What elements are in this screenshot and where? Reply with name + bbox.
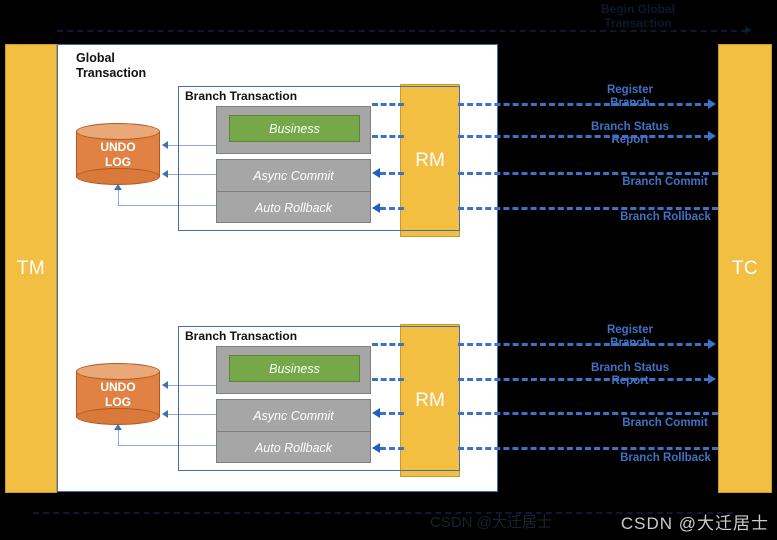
watermark: CSDN @大迁居士 <box>620 514 769 533</box>
global-transaction-label: Global Transaction <box>76 51 147 80</box>
begin-global-transaction-line <box>57 30 747 32</box>
message-label-branch-commit-2: Branch Commit <box>622 417 708 429</box>
message-arrow-branch-status-1 <box>708 131 716 141</box>
cylinder-top-cap-2 <box>76 363 160 380</box>
async-commit-row-1: Async Commit <box>217 160 370 192</box>
undo-log-label-2: UNDO LOG <box>100 380 136 409</box>
message-line-branch-commit-2-right <box>458 412 718 415</box>
message-arrow-register-branch-1 <box>708 99 716 109</box>
operations-panel-1: Async Commit Auto Rollback <box>216 159 371 223</box>
connector-arrow-business-2 <box>162 381 168 389</box>
async-commit-label-2: Async Commit <box>253 408 334 423</box>
message-arrow-register-branch-2 <box>708 339 716 349</box>
actor-column-tc: TC <box>718 44 772 493</box>
message-line-branch-status-2-left <box>372 378 404 381</box>
undo-log-cylinder-1: UNDO LOG <box>76 123 160 185</box>
auto-rollback-row-1: Auto Rollback <box>217 192 370 224</box>
async-commit-row-2: Async Commit <box>217 400 370 432</box>
branch-transaction-title-2: Branch Transaction <box>183 329 300 343</box>
message-label-branch-rollback-1: Branch Rollback <box>620 211 711 223</box>
actor-column-tm: TM <box>5 44 57 493</box>
connector-autorollback-riser-2 <box>118 430 120 445</box>
business-panel-1: Business <box>216 106 371 154</box>
connector-autorollback-riser-1 <box>118 190 120 205</box>
business-label-1: Business <box>269 121 320 136</box>
operations-panel-2: Async Commit Auto Rollback <box>216 399 371 463</box>
branch-transaction-box-1: Branch Transaction Business Async Commit… <box>178 86 460 231</box>
message-arrow-branch-rollback-2 <box>372 443 380 453</box>
message-line-branch-rollback-1-right <box>458 207 718 210</box>
business-box-2: Business <box>229 355 360 382</box>
message-line-branch-rollback-2-right <box>458 447 718 450</box>
connector-arrow-business-1 <box>162 141 168 149</box>
connector-arrow-autorollback-1 <box>114 184 122 190</box>
message-arrow-branch-rollback-1 <box>372 203 380 213</box>
message-line-branch-rollback-1-left <box>380 207 404 210</box>
auto-rollback-label-1: Auto Rollback <box>254 201 333 215</box>
message-line-branch-commit-2-left <box>380 412 404 415</box>
cylinder-bottom-cap-1 <box>76 168 160 185</box>
message-label-branch-status-1: Branch Status Report <box>591 121 669 146</box>
message-line-branch-rollback-2-left <box>380 447 404 450</box>
connector-arrow-autorollback-2 <box>114 424 122 430</box>
branch-transaction-title-1: Branch Transaction <box>183 89 300 103</box>
async-commit-label-1: Async Commit <box>253 168 334 183</box>
message-line-branch-commit-1-left <box>380 172 404 175</box>
begin-global-transaction-title: Begin Global Transaction <box>600 2 675 30</box>
message-arrow-branch-commit-1 <box>372 168 380 178</box>
undo-log-label-1: UNDO LOG <box>100 140 136 169</box>
business-panel-2: Business <box>216 346 371 394</box>
begin-global-transaction-arrowhead <box>745 26 752 34</box>
message-label-branch-rollback-2: Branch Rollback <box>620 452 711 464</box>
undo-log-cylinder-2: UNDO LOG <box>76 363 160 425</box>
message-label-branch-status-2: Branch Status Report <box>591 362 669 387</box>
message-label-register-branch-1: Register Branch <box>606 84 654 109</box>
actor-label-tm: TM <box>16 257 46 279</box>
message-arrow-branch-commit-2 <box>372 408 380 418</box>
branch-transaction-box-2: Branch Transaction Business Async Commit… <box>178 326 460 471</box>
auto-rollback-row-2: Auto Rollback <box>217 432 370 464</box>
message-line-register-branch-1-left <box>372 103 404 106</box>
message-line-branch-commit-1-right <box>458 172 718 175</box>
cylinder-top-cap-1 <box>76 123 160 140</box>
actor-label-tc: TC <box>731 257 759 279</box>
diagram-root: Begin Global Transaction Global Transact… <box>0 0 777 540</box>
auto-rollback-label-2: Auto Rollback <box>254 441 333 455</box>
connector-arrow-asynccommit-1 <box>162 170 168 178</box>
message-line-branch-status-1-left <box>372 135 404 138</box>
business-label-2: Business <box>269 361 320 376</box>
message-arrow-branch-status-2 <box>708 374 716 384</box>
message-label-branch-commit-1: Branch Commit <box>622 176 708 188</box>
message-line-register-branch-2-left <box>372 343 404 346</box>
business-box-1: Business <box>229 115 360 142</box>
connector-arrow-asynccommit-2 <box>162 410 168 418</box>
cylinder-bottom-cap-2 <box>76 408 160 425</box>
watermark-faint: CSDN @大迁居士 <box>430 514 552 531</box>
message-label-register-branch-2: Register Branch <box>606 324 654 349</box>
